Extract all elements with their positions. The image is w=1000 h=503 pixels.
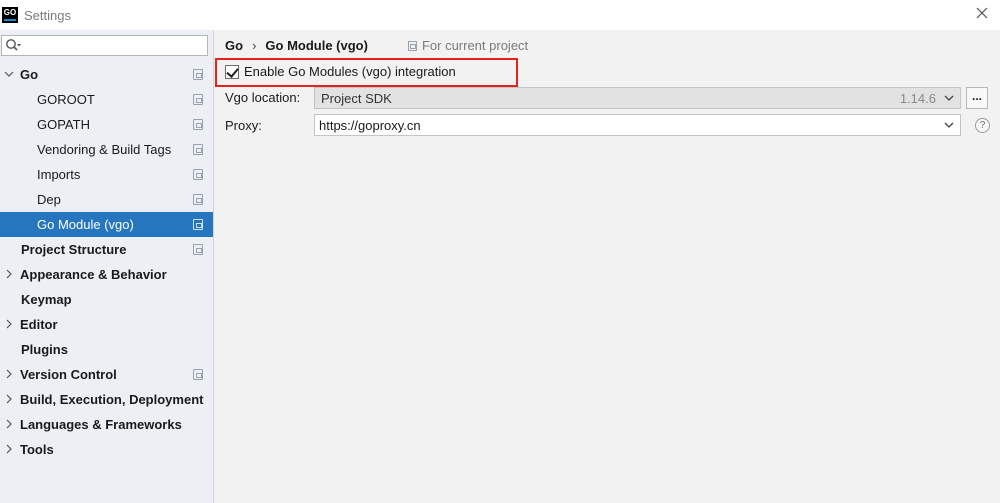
- sidebar-item-label: Plugins: [21, 342, 68, 357]
- project-scope-icon: [193, 169, 203, 180]
- chevron-right-icon[interactable]: [4, 269, 14, 279]
- sidebar-item-build-execution-deployment[interactable]: Build, Execution, Deployment: [0, 387, 213, 412]
- sidebar-item-tools[interactable]: Tools: [0, 437, 213, 462]
- sidebar-item-go[interactable]: Go: [0, 62, 213, 87]
- proxy-field[interactable]: [319, 117, 919, 133]
- enable-go-modules-label: Enable Go Modules (vgo) integration: [244, 64, 456, 79]
- sidebar-item-label: Tools: [20, 442, 54, 457]
- settings-sidebar: Go GOROOT GOPATH Vendoring & Build Tags Impo…: [0, 30, 214, 503]
- project-scope-icon: [193, 69, 203, 80]
- sidebar-item-label: GOROOT: [37, 92, 95, 107]
- sidebar-item-goroot[interactable]: GOROOT: [0, 87, 213, 112]
- project-scope-icon: [193, 194, 203, 205]
- sidebar-item-vendoring-build-tags[interactable]: Vendoring & Build Tags: [0, 137, 213, 162]
- sidebar-item-dep[interactable]: Dep: [0, 187, 213, 212]
- goland-app-icon: GO: [2, 7, 18, 23]
- sidebar-item-label: Keymap: [21, 292, 72, 307]
- breadcrumb-separator: ›: [252, 38, 257, 53]
- sidebar-item-label: Editor: [20, 317, 58, 332]
- proxy-combobox[interactable]: [314, 114, 961, 136]
- chevron-right-icon[interactable]: [4, 419, 14, 429]
- sidebar-item-imports[interactable]: Imports: [0, 162, 213, 187]
- search-icon[interactable]: [4, 37, 22, 55]
- sidebar-item-label: Go: [20, 67, 39, 82]
- sidebar-item-version-control[interactable]: Version Control: [0, 362, 213, 387]
- sidebar-item-label: Project Structure: [21, 242, 127, 257]
- sidebar-item-label: Vendoring & Build Tags: [37, 142, 172, 157]
- sidebar-item-gopath[interactable]: GOPATH: [0, 112, 213, 137]
- settings-content-panel: Go › Go Module (vgo) For current project…: [215, 30, 1000, 503]
- project-scope-icon: [193, 219, 203, 230]
- vgo-version-label: 1.14.6: [899, 90, 936, 106]
- breadcrumb-parent[interactable]: Go: [225, 38, 243, 53]
- project-scope-icon: [407, 40, 417, 51]
- chevron-right-icon[interactable]: [4, 319, 14, 329]
- sidebar-item-go-module-vgo[interactable]: Go Module (vgo): [0, 212, 213, 237]
- proxy-label: Proxy:: [225, 118, 262, 133]
- sidebar-item-label: GOPATH: [37, 117, 90, 132]
- window-title: Settings: [24, 7, 71, 23]
- settings-tree: Go GOROOT GOPATH Vendoring & Build Tags Impo…: [0, 62, 213, 462]
- scope-label: For current project: [421, 38, 529, 53]
- title-bar: GO Settings: [0, 0, 1000, 30]
- scope-indicator: For current project: [407, 38, 529, 53]
- enable-go-modules-option[interactable]: Enable Go Modules (vgo) integration: [225, 64, 456, 79]
- chevron-right-icon[interactable]: [4, 394, 14, 404]
- chevron-down-icon[interactable]: [944, 94, 954, 102]
- sidebar-item-label: Dep: [37, 192, 61, 207]
- sidebar-item-languages-frameworks[interactable]: Languages & Frameworks: [0, 412, 213, 437]
- sidebar-item-label: Appearance & Behavior: [20, 267, 167, 282]
- sidebar-item-appearance-behavior[interactable]: Appearance & Behavior: [0, 262, 213, 287]
- vgo-location-value: Project SDK: [321, 90, 392, 106]
- sidebar-item-label: Go Module (vgo): [37, 217, 134, 232]
- sidebar-item-project-structure[interactable]: Project Structure: [0, 237, 213, 262]
- sidebar-item-label: Languages & Frameworks: [20, 417, 182, 432]
- enable-go-modules-checkbox[interactable]: [225, 64, 239, 79]
- chevron-right-icon[interactable]: [4, 444, 14, 454]
- sidebar-item-plugins[interactable]: Plugins: [0, 337, 213, 362]
- sidebar-item-label: Build, Execution, Deployment: [20, 392, 204, 407]
- sidebar-item-label: Imports: [37, 167, 81, 182]
- project-scope-icon: [193, 119, 203, 130]
- app-icon-text: GO: [3, 8, 17, 17]
- breadcrumb-current: Go Module (vgo): [265, 38, 368, 53]
- search-input[interactable]: [22, 36, 207, 55]
- sidebar-item-keymap[interactable]: Keymap: [0, 287, 213, 312]
- browse-vgo-button[interactable]: ...: [966, 87, 988, 109]
- chevron-down-icon[interactable]: [4, 69, 14, 79]
- chevron-right-icon[interactable]: [4, 369, 14, 379]
- breadcrumb: Go › Go Module (vgo) For current project: [225, 38, 528, 53]
- project-scope-icon: [193, 144, 203, 155]
- vgo-location-select[interactable]: Project SDK 1.14.6: [314, 87, 961, 109]
- settings-search-box[interactable]: [1, 35, 208, 56]
- help-icon[interactable]: ?: [975, 118, 990, 133]
- vgo-location-label: Vgo location:: [225, 90, 301, 105]
- project-scope-icon: [193, 369, 203, 380]
- sidebar-item-editor[interactable]: Editor: [0, 312, 213, 337]
- sidebar-item-label: Version Control: [20, 367, 117, 382]
- chevron-down-icon[interactable]: [944, 121, 954, 129]
- close-icon[interactable]: [974, 5, 990, 21]
- project-scope-icon: [193, 94, 203, 105]
- project-scope-icon: [193, 244, 203, 255]
